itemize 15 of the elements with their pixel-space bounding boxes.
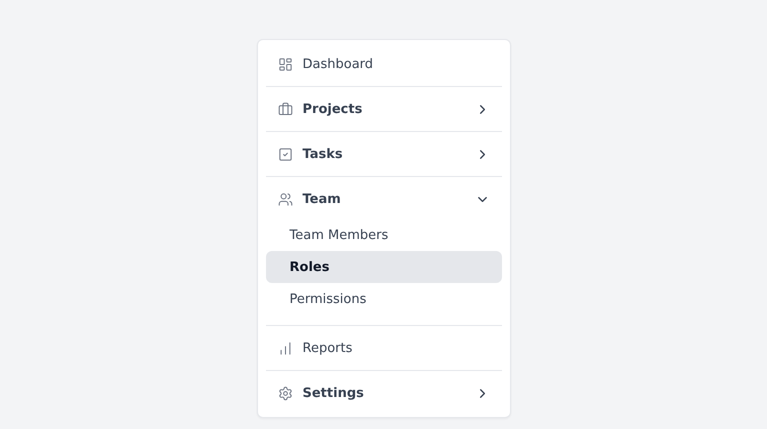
submenu-item[interactable]: Roles <box>266 251 502 283</box>
menu-item[interactable]: Team <box>266 179 502 219</box>
settings-icon <box>278 386 292 400</box>
menu-item[interactable]: Settings <box>266 373 502 413</box>
dashboard-icon <box>278 56 292 72</box>
checkbox-icon <box>278 146 292 162</box>
briefcase-icon <box>278 102 292 116</box>
submenu-item[interactable]: Team Members <box>266 219 502 251</box>
users-icon <box>278 192 292 206</box>
menu-item[interactable]: Reports <box>266 328 502 368</box>
bar-chart-icon <box>278 340 292 356</box>
submenu-item[interactable]: Permissions <box>266 283 502 315</box>
menu-item[interactable]: Tasks <box>266 134 502 174</box>
menu-item[interactable]: Dashboard <box>266 44 502 84</box>
menu-item[interactable]: Projects <box>266 89 502 129</box>
